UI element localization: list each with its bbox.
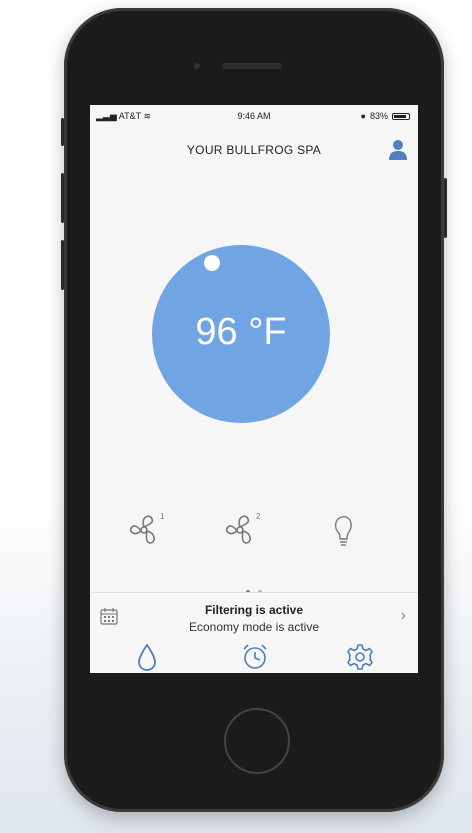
battery-percent: 83% bbox=[369, 111, 388, 121]
tab-water[interactable] bbox=[132, 642, 162, 672]
tab-bar bbox=[90, 642, 418, 673]
fan-1-badge: 1 bbox=[160, 512, 165, 521]
water-drop-icon bbox=[138, 643, 156, 671]
home-button[interactable] bbox=[224, 708, 290, 774]
chevron-right-icon[interactable]: › bbox=[401, 607, 406, 625]
app-screen: ▂▃▅ AT&T ≋ 9:46 AM ● 83% YOUR BULLFROG S… bbox=[90, 105, 418, 673]
location-icon: ● bbox=[360, 111, 366, 121]
fan-1-button[interactable]: 1 bbox=[122, 505, 172, 555]
earpiece bbox=[222, 63, 282, 69]
volume-up-button bbox=[61, 173, 64, 223]
light-bulb-icon bbox=[334, 516, 352, 546]
page-title: YOUR BULLFROG SPA bbox=[186, 143, 322, 157]
filtering-status: Filtering is active bbox=[204, 603, 304, 617]
tab-schedule[interactable] bbox=[240, 642, 270, 672]
temperature-dial[interactable]: 96 °F bbox=[152, 245, 330, 423]
battery-fill bbox=[394, 114, 406, 118]
fan-2-button[interactable]: 2 bbox=[218, 505, 268, 555]
fan-icon bbox=[129, 515, 155, 544]
battery-info: ● 83% bbox=[361, 111, 410, 121]
light-button[interactable] bbox=[320, 505, 370, 555]
economy-status: Economy mode is active bbox=[188, 620, 320, 634]
battery-icon bbox=[392, 112, 410, 120]
fan-2-badge: 2 bbox=[256, 512, 261, 521]
alarm-clock-icon bbox=[243, 644, 267, 669]
power-button bbox=[444, 178, 447, 238]
schedule-status-row[interactable]: Filtering is active Economy mode is acti… bbox=[90, 592, 418, 643]
temperature-value: 96 °F bbox=[195, 311, 287, 353]
nav-bar: YOUR BULLFROG SPA bbox=[90, 127, 418, 173]
front-camera bbox=[194, 63, 200, 69]
phone-frame: ▂▃▅ AT&T ≋ 9:46 AM ● 83% YOUR BULLFROG S… bbox=[61, 8, 447, 812]
user-icon[interactable] bbox=[388, 139, 408, 161]
mute-switch bbox=[61, 118, 64, 146]
fan-icon bbox=[225, 515, 251, 544]
dial-knob[interactable] bbox=[204, 255, 220, 271]
volume-down-button bbox=[61, 240, 64, 290]
control-row: 1 2 bbox=[90, 505, 418, 565]
status-bar: ▂▃▅ AT&T ≋ 9:46 AM ● 83% bbox=[90, 105, 418, 127]
tab-settings[interactable] bbox=[345, 642, 375, 672]
gear-icon bbox=[347, 644, 373, 670]
